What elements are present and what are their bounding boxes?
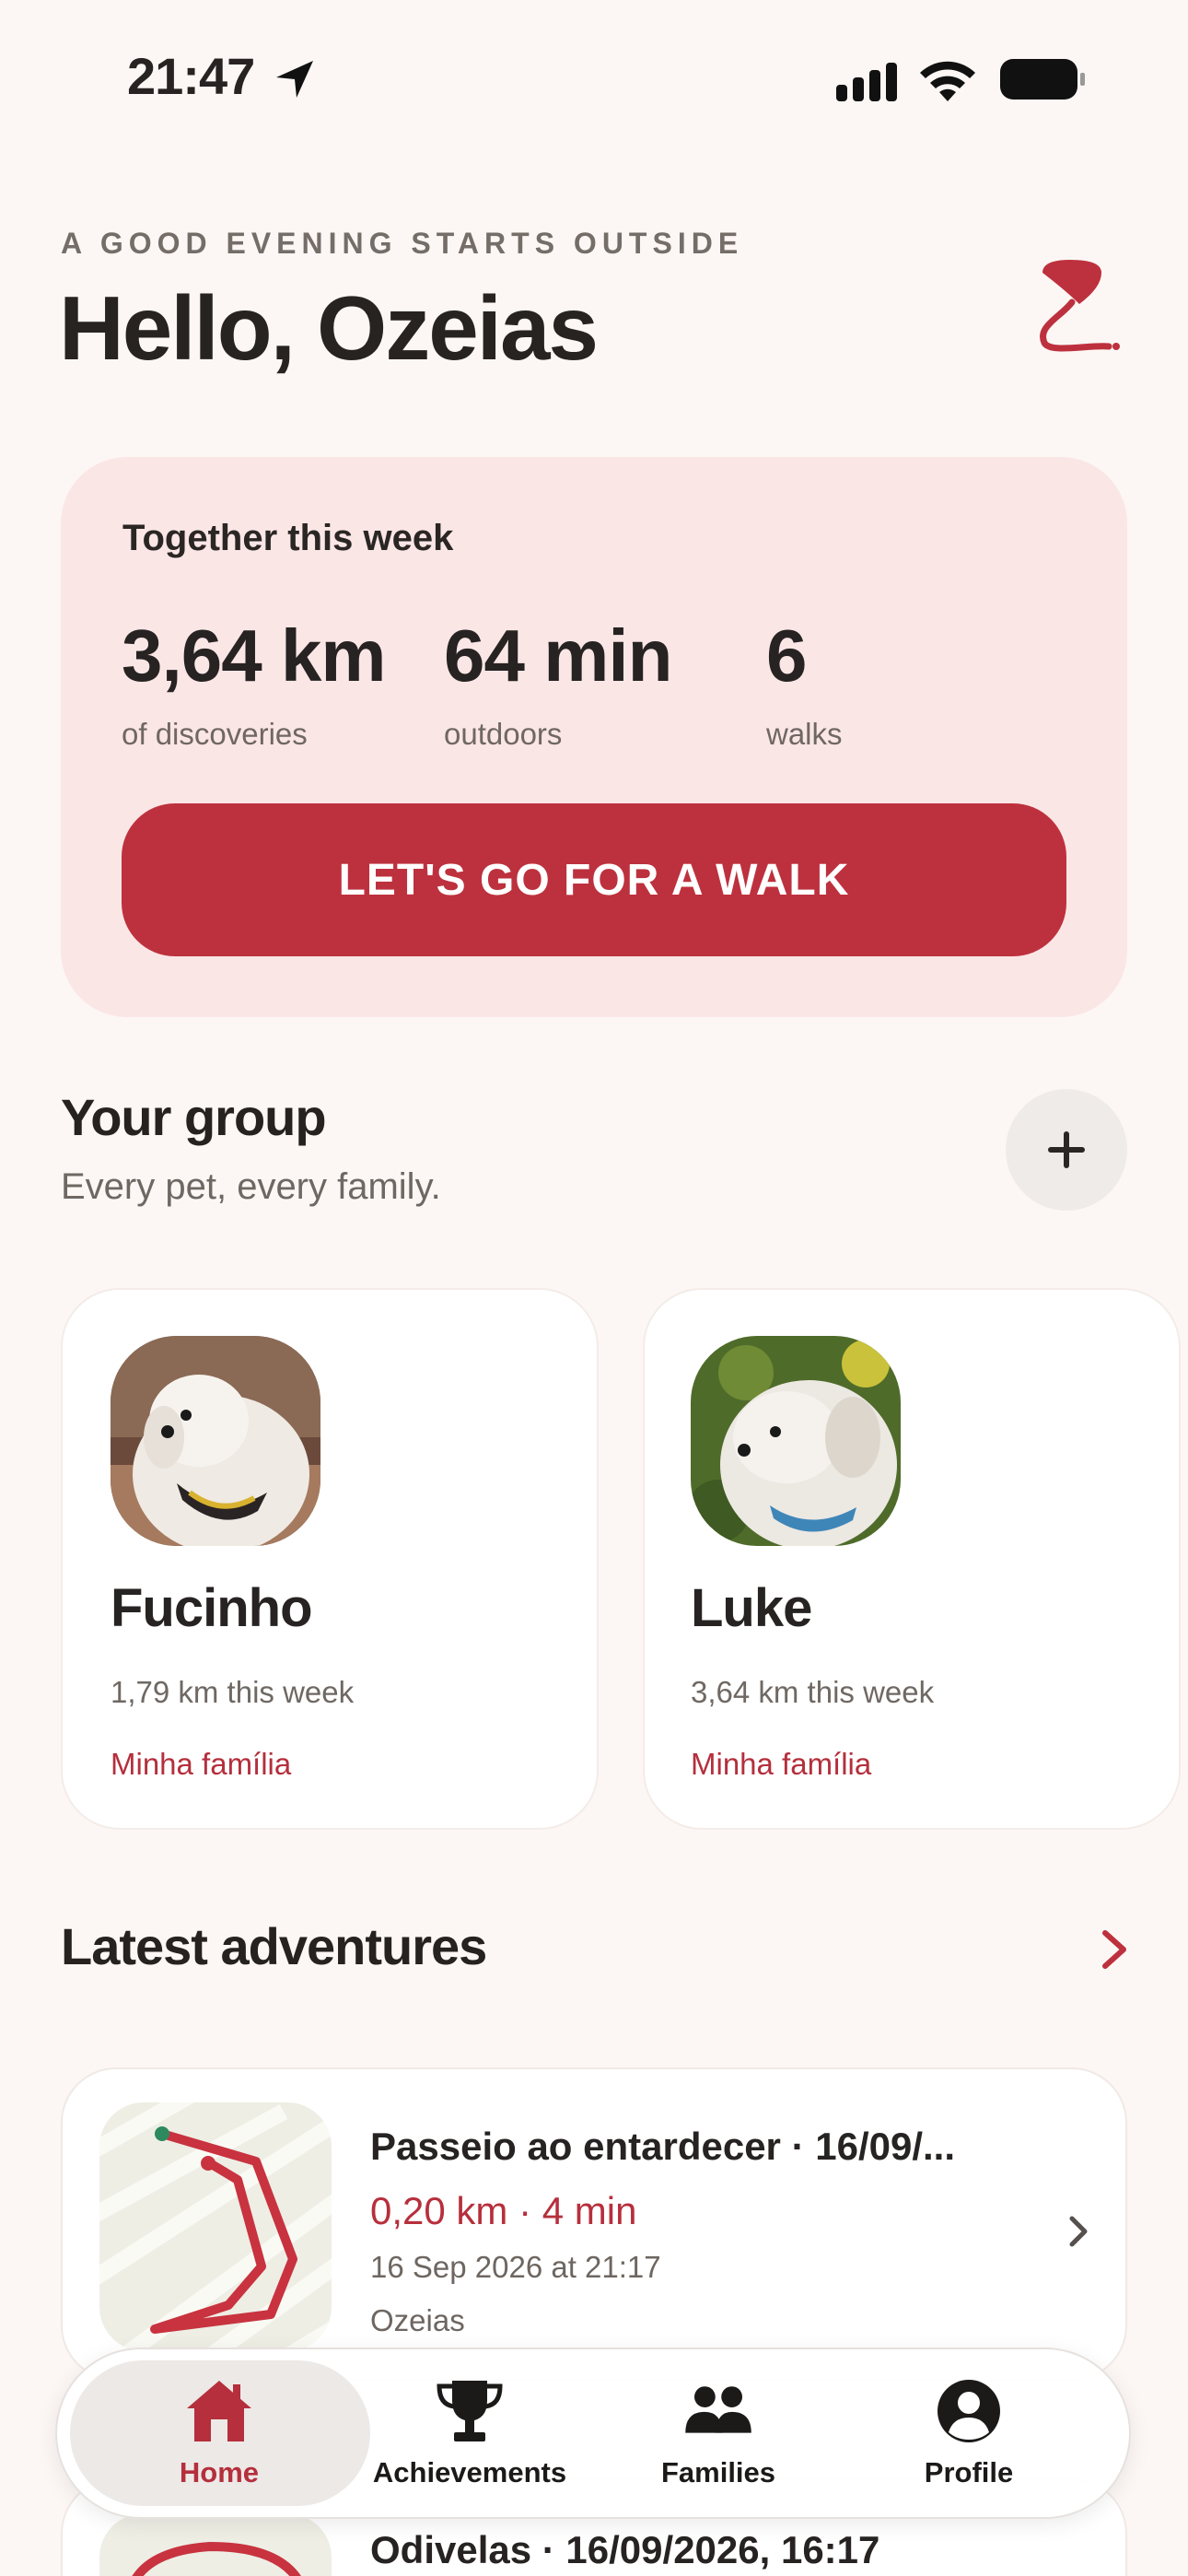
pet-weekly-distance: 1,79 km this week [111,1675,355,1709]
home-icon [187,2381,251,2441]
pet-name: Fucinho [111,1578,313,1638]
stat-walks-label: walks [766,717,843,751]
tab-home[interactable]: Home [90,2377,348,2489]
stat-walks-value: 6 [766,615,807,697]
adventures-section-title: Latest adventures [61,1917,487,1975]
pet-family-link[interactable]: Minha família [111,1747,291,1782]
stat-distance-value: 3,64 km [122,615,387,697]
people-icon [685,2386,751,2433]
greeting-kicker: A GOOD EVENING STARTS OUTSIDE [61,227,744,260]
leash-logo-icon[interactable] [1033,258,1120,356]
pet-photo-luke [691,1336,901,1546]
pet-photo-fucinho [111,1336,320,1546]
adventure-title: Passeio ao entardecer · 16/09/... [370,2125,956,2168]
pet-weekly-distance: 3,64 km this week [691,1675,935,1709]
adventure-title: Odivelas · 16/09/2026, 16:17 [370,2528,880,2571]
adventure-owner: Ozeias [370,2303,465,2337]
adventure-stats: 0,20 km · 4 min [370,2189,637,2232]
profile-icon [938,2380,1000,2442]
wifi-icon [920,61,975,101]
location-arrow-icon [276,61,313,98]
chevron-right-icon [1069,2216,1088,2247]
route-map-thumbnail [99,2102,332,2351]
battery-icon [1000,59,1085,100]
cellular-signal-icon [836,63,897,101]
start-walk-button[interactable]: LET'S GO FOR A WALK [122,803,1066,956]
group-section-subtitle: Every pet, every family. [61,1166,441,1207]
tab-profile[interactable]: Profile [840,2377,1098,2489]
chevron-right-icon[interactable] [1096,1927,1133,1972]
stat-distance-label: of discoveries [122,717,308,751]
tab-label: Achievements [372,2456,567,2488]
status-time: 21:47 [127,47,255,105]
weekly-card-title: Together this week [122,518,454,558]
tab-label: Home [179,2456,260,2488]
tab-label: Families [660,2456,776,2488]
tab-achievements[interactable]: Achievements [341,2377,599,2489]
stat-duration-value: 64 min [444,615,672,697]
group-section-title: Your group [61,1088,327,1146]
plus-icon [1048,1131,1085,1168]
adventure-date: 16 Sep 2026 at 21:17 [370,2250,661,2284]
add-pet-button[interactable] [1006,1089,1127,1211]
stat-duration-label: outdoors [444,717,563,751]
tab-families[interactable]: Families [589,2377,847,2489]
pet-name: Luke [691,1578,812,1638]
pet-family-link[interactable]: Minha família [691,1747,871,1782]
page-title: Hello, Ozeias [59,277,599,379]
route-map-thumbnail [99,2513,332,2576]
trophy-icon [437,2381,503,2441]
tab-label: Profile [924,2456,1014,2488]
